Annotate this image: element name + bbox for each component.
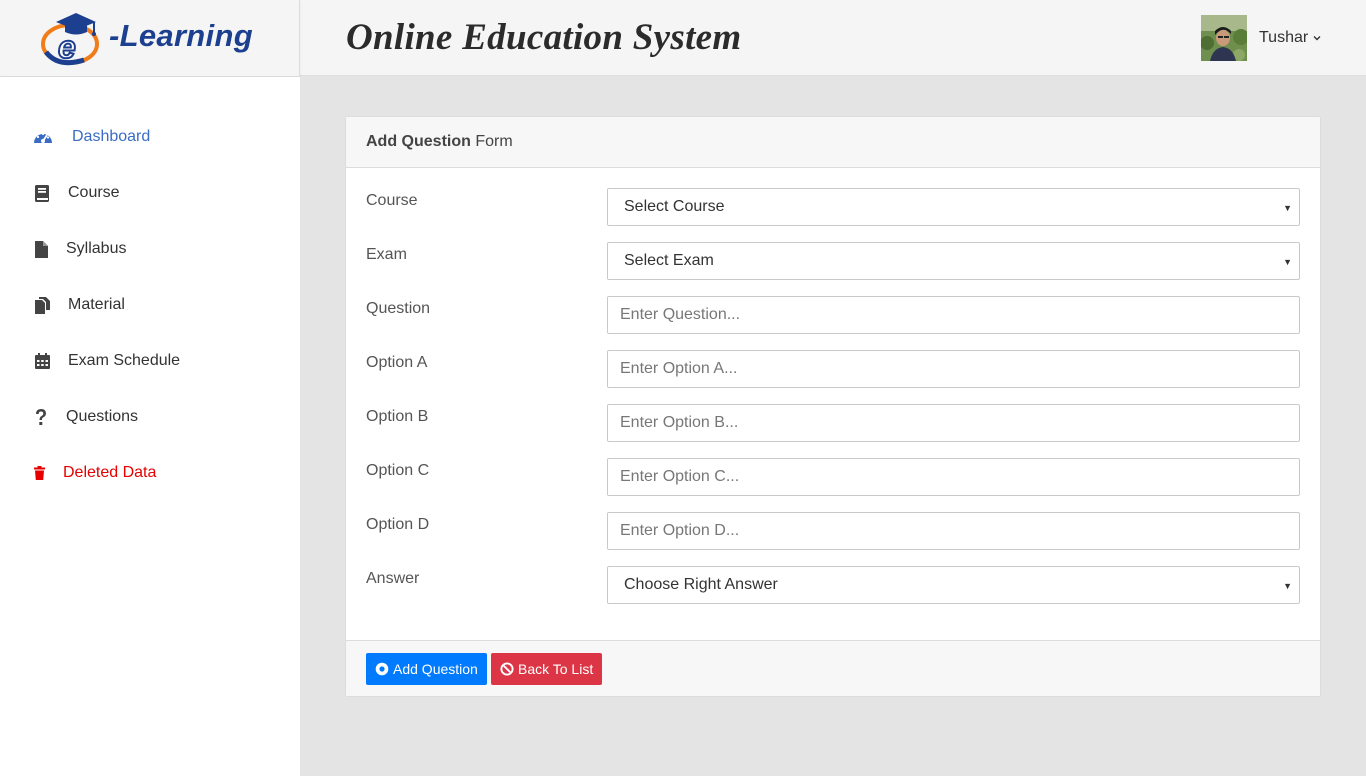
top-header: e -Learning Online Education System Tush… [0, 0, 1366, 76]
add-question-card: Add Question Form Course Select Course ▼… [345, 116, 1321, 697]
answer-label: Answer [366, 570, 420, 587]
sidebar-item-label: Syllabus [66, 240, 127, 257]
book-icon [32, 183, 52, 203]
dot-circle-icon [375, 662, 389, 676]
course-select[interactable]: Select Course ▼ [607, 188, 1300, 226]
user-menu[interactable]: Tushar [1201, 15, 1322, 61]
option-b-input[interactable] [607, 404, 1300, 442]
option-c-label: Option C [366, 462, 430, 479]
question-input[interactable] [607, 296, 1300, 334]
sidebar-item-label: Dashboard [72, 128, 151, 145]
question-icon [31, 407, 51, 427]
answer-select-value: Choose Right Answer [624, 576, 778, 593]
tachometer-icon [33, 127, 53, 147]
add-question-label: Add Question [393, 661, 478, 677]
file-icon [31, 239, 51, 259]
svg-text:e: e [58, 29, 76, 65]
user-name: Tushar [1259, 29, 1309, 46]
sidebar-item-material[interactable]: Material [0, 285, 300, 325]
exam-label: Exam [366, 246, 407, 263]
course-select-value: Select Course [624, 198, 725, 215]
add-question-button[interactable]: Add Question [366, 653, 487, 685]
question-label: Question [366, 300, 431, 317]
sidebar-item-label: Exam Schedule [68, 352, 181, 369]
exam-select-value: Select Exam [624, 252, 714, 269]
answer-select[interactable]: Choose Right Answer ▼ [607, 566, 1300, 604]
logo[interactable]: e -Learning [0, 0, 300, 76]
exam-select[interactable]: Select Exam ▼ [607, 242, 1300, 280]
card-footer: Add Question Back To List [346, 640, 1320, 696]
sidebar-item-dashboard[interactable]: Dashboard [0, 117, 300, 157]
trash-icon [29, 463, 49, 483]
sidebar-item-label: Deleted Data [63, 464, 157, 481]
option-a-input[interactable] [607, 350, 1300, 388]
option-d-input[interactable] [607, 512, 1300, 550]
sidebar-item-label: Course [68, 184, 120, 201]
chevron-down-icon [1313, 36, 1321, 41]
sidebar-item-label: Material [68, 296, 125, 313]
sidebar-item-exam-schedule[interactable]: Exam Schedule [0, 341, 300, 381]
caret-down-icon: ▼ [1283, 257, 1292, 267]
sidebar-item-label: Questions [66, 408, 139, 425]
logo-text: -Learning [109, 18, 253, 53]
sidebar-item-deleted-data[interactable]: Deleted Data [0, 453, 300, 493]
graduation-cap-logo-icon: e [41, 13, 99, 66]
option-d-label: Option D [366, 516, 430, 533]
sidebar-item-questions[interactable]: Questions [0, 397, 300, 437]
ban-icon [500, 662, 514, 676]
card-title-bold: Add Question [366, 133, 471, 150]
sidebar-item-syllabus[interactable]: Syllabus [0, 229, 300, 269]
option-b-label: Option B [366, 408, 429, 425]
sidebar: Dashboard Course Syllabus Material Exam … [0, 77, 300, 776]
avatar[interactable] [1201, 15, 1247, 61]
caret-down-icon: ▼ [1283, 203, 1292, 213]
sidebar-item-course[interactable]: Course [0, 173, 300, 213]
course-label: Course [366, 192, 418, 209]
card-title-rest: Form [470, 133, 513, 150]
app-title: Online Education System [346, 17, 742, 58]
calendar-icon [32, 351, 52, 371]
card-header: Add Question Form [346, 117, 1320, 168]
caret-down-icon: ▼ [1283, 581, 1292, 591]
avatar-image [1201, 15, 1247, 61]
copy-icon [32, 295, 52, 315]
back-to-list-label: Back To List [518, 661, 594, 677]
option-c-input[interactable] [607, 458, 1300, 496]
option-a-label: Option A [366, 354, 428, 371]
back-to-list-button[interactable]: Back To List [491, 653, 603, 685]
